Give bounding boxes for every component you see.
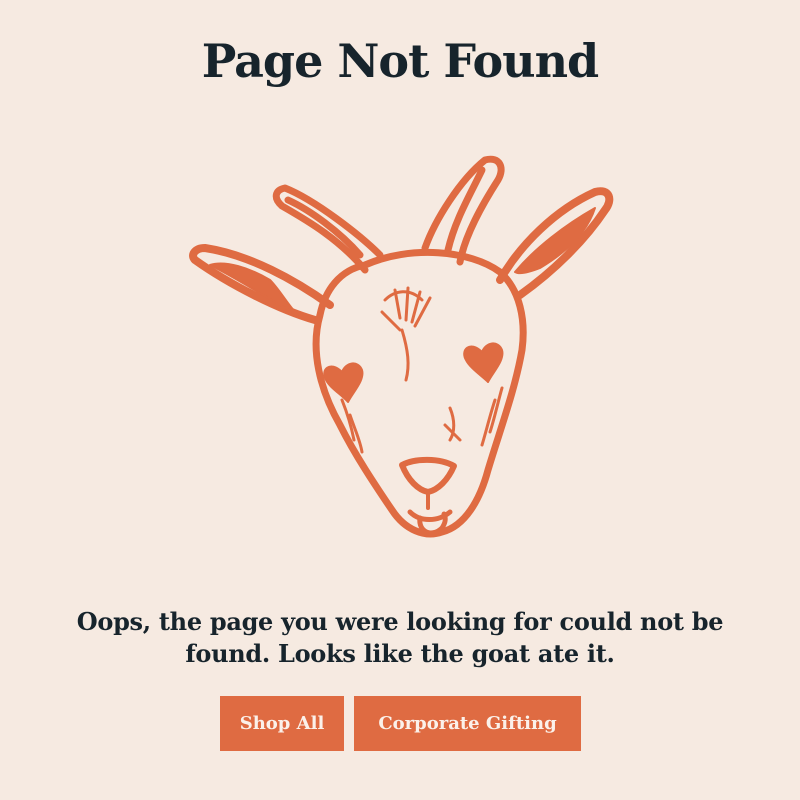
not-found-page: Page Not Found Oops, the page you were l…	[0, 0, 800, 800]
corporate-gifting-button[interactable]: Corporate Gifting	[354, 696, 581, 751]
nose-icon	[399, 456, 457, 510]
page-title: Page Not Found	[201, 34, 599, 88]
right-ear-icon	[496, 187, 614, 299]
not-found-message: Oops, the page you were looking for coul…	[76, 607, 724, 668]
left-ear-icon	[189, 244, 334, 324]
shop-all-button[interactable]: Shop All	[220, 696, 344, 751]
right-heart-eye-icon	[463, 342, 504, 383]
goat-head-illustration	[189, 155, 614, 538]
